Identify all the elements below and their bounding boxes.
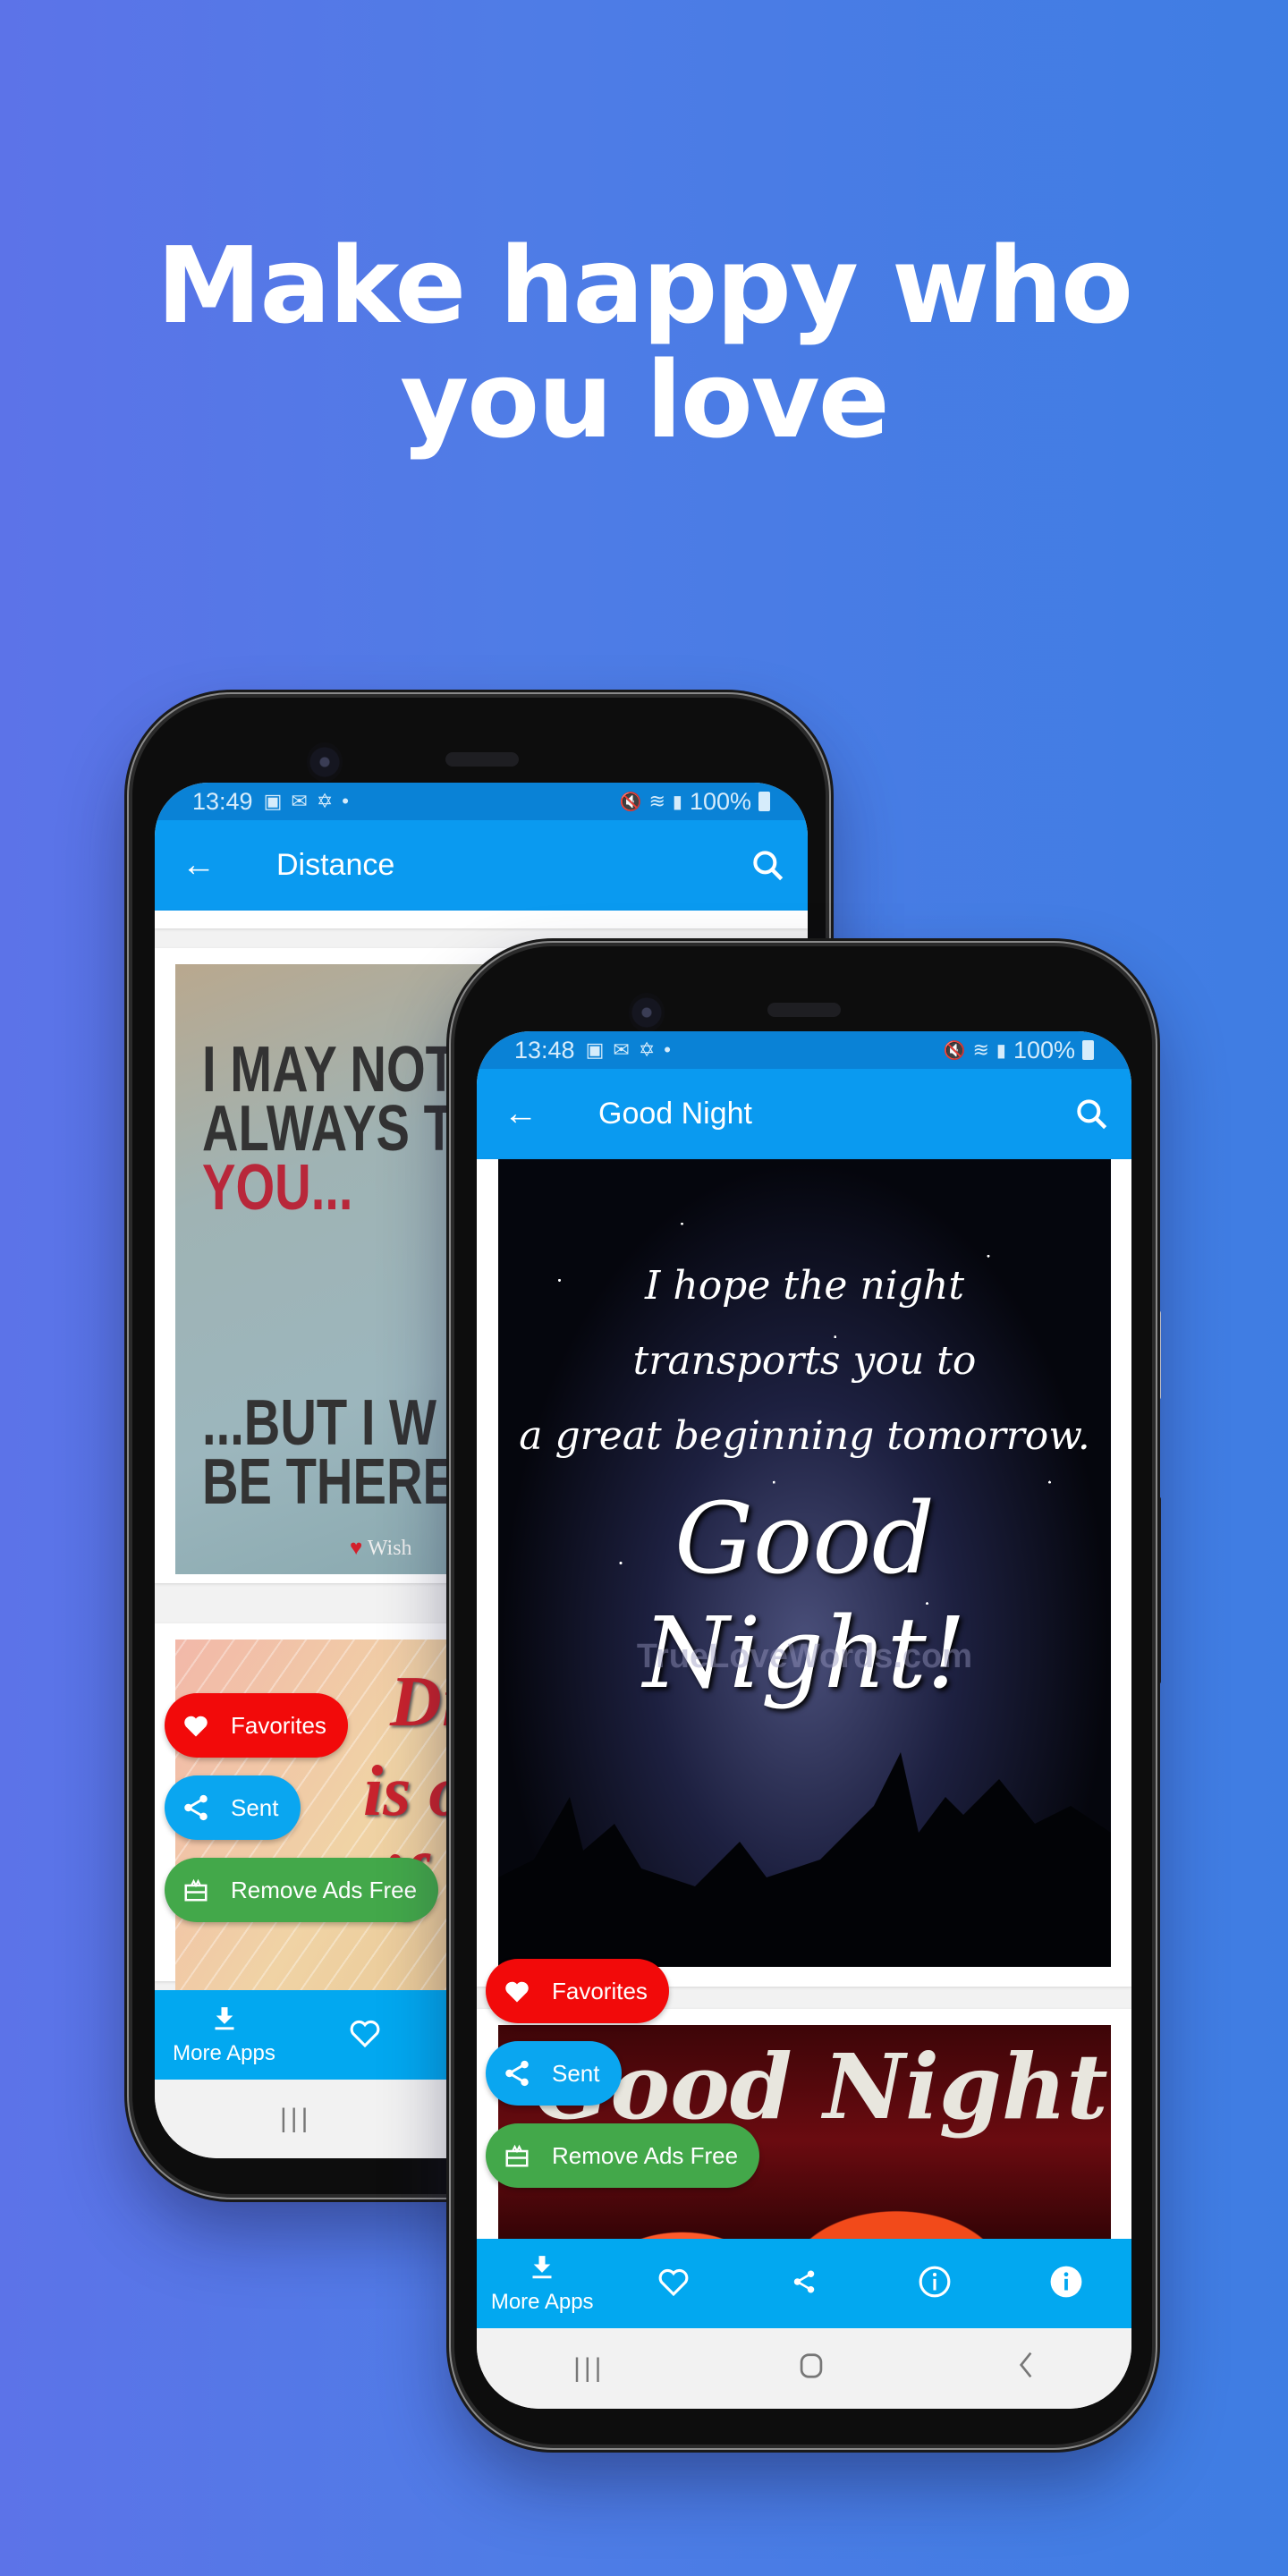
dot-icon: •	[342, 790, 349, 812]
quote-text-top: I MAY NOT ALWAYS T YOU...	[202, 1034, 456, 1224]
search-icon[interactable]	[1072, 1095, 1112, 1134]
favorites-label: Favorites	[552, 1977, 648, 2004]
system-nav-bar: |||	[477, 2328, 1131, 2409]
quote-text-bottom: ...BUT I W BE THERE	[202, 1387, 456, 1518]
back-icon[interactable]	[1017, 2350, 1035, 2387]
gallery-icon: ▣	[585, 1038, 605, 1061]
wifi-icon: ≋	[648, 790, 665, 812]
recents-icon[interactable]: |||	[280, 2104, 311, 2134]
heart-outline-icon	[348, 2018, 382, 2053]
info-outline-icon	[918, 2265, 952, 2303]
wifi-icon: ≋	[972, 1038, 989, 1061]
dot-icon: •	[664, 1038, 671, 1061]
favorites-label: Favorites	[231, 1711, 326, 1739]
arrow-left-icon[interactable]: ←	[500, 1095, 541, 1133]
nav-about[interactable]	[1001, 2239, 1131, 2328]
quote-image[interactable]: I hope the night transports you to a gre…	[498, 1159, 1111, 1967]
quote-card[interactable]: I hope the night transports you to a gre…	[477, 1159, 1131, 1987]
arrow-left-icon[interactable]: ←	[178, 846, 219, 885]
gift-icon	[502, 2142, 532, 2169]
battery-icon	[758, 792, 770, 811]
sent-button[interactable]: Sent	[486, 2041, 622, 2106]
pinwheel-icon: ✡	[316, 790, 334, 812]
earpiece-speaker	[767, 1003, 841, 1017]
app-bar-title: Distance	[276, 848, 395, 882]
home-icon[interactable]	[799, 2350, 824, 2387]
status-bar: 13:48 ▣ ✉ ✡ • 🔇 ≋ ▮ 100%	[477, 1031, 1131, 1069]
battery-percent: 100%	[1013, 1036, 1075, 1063]
mail-icon: ✉	[291, 790, 308, 812]
app-bar-title: Good Night	[598, 1097, 752, 1131]
heart-outline-icon	[657, 2267, 691, 2301]
nav-more-apps-label: More Apps	[490, 2289, 594, 2314]
recents-icon[interactable]: |||	[573, 2353, 605, 2384]
watermark: TrueLoveWords.com	[636, 1638, 973, 1675]
power-button[interactable]	[1154, 1310, 1161, 1400]
app-bar: ← Distance	[155, 820, 808, 911]
front-camera	[307, 742, 343, 782]
share-icon	[181, 1792, 211, 1823]
share-icon	[502, 2058, 532, 2089]
download-icon	[530, 2253, 555, 2286]
sent-label: Sent	[552, 2059, 600, 2087]
pinwheel-icon: ✡	[638, 1038, 656, 1061]
mute-icon: 🔇	[619, 792, 642, 812]
watermark: ♥ Wish	[350, 1537, 412, 1560]
front-phone-screen: 13:48 ▣ ✉ ✡ • 🔇 ≋ ▮ 100% ← Good Night I …	[477, 1031, 1131, 2409]
headline-line-1: Make happy who	[156, 224, 1133, 347]
quote-text: I hope the night transports you to a gre…	[519, 1263, 1090, 1459]
mute-icon: 🔇	[943, 1040, 966, 1061]
info-filled-icon	[1049, 2265, 1083, 2303]
sent-label: Sent	[231, 1793, 279, 1821]
nav-more-apps[interactable]: More Apps	[155, 1990, 293, 2080]
tree-silhouette	[498, 1752, 1111, 1967]
heart-icon	[502, 1979, 532, 2004]
earpiece-speaker	[445, 752, 519, 767]
download-icon	[212, 2004, 237, 2038]
headline-line-2: you love	[400, 338, 890, 462]
card-partial-top	[155, 911, 808, 928]
heart-icon	[181, 1713, 211, 1738]
nav-more-apps[interactable]: More Apps	[477, 2239, 607, 2328]
nav-favorites[interactable]	[293, 1990, 436, 2080]
share-icon	[791, 2268, 818, 2300]
signal-icon: ▮	[996, 1040, 1006, 1061]
app-bar: ← Good Night	[477, 1069, 1131, 1159]
remove-ads-label: Remove Ads Free	[231, 1876, 418, 1903]
remove-ads-button[interactable]: Remove Ads Free	[165, 1858, 439, 1922]
status-time: 13:48	[514, 1036, 575, 1063]
favorites-button[interactable]: Favorites	[165, 1693, 348, 1758]
gallery-icon: ▣	[263, 790, 283, 812]
headline: Make happy who you love	[0, 228, 1288, 457]
favorites-button[interactable]: Favorites	[486, 1959, 669, 2023]
gift-icon	[181, 1877, 211, 1903]
mail-icon: ✉	[613, 1038, 630, 1061]
sent-button[interactable]: Sent	[165, 1775, 301, 1840]
remove-ads-button[interactable]: Remove Ads Free	[486, 2123, 760, 2188]
nav-info[interactable]	[869, 2239, 1000, 2328]
search-icon[interactable]	[749, 846, 788, 886]
battery-percent: 100%	[689, 787, 751, 815]
bottom-nav: More Apps	[477, 2239, 1131, 2328]
remove-ads-label: Remove Ads Free	[552, 2141, 739, 2169]
front-camera	[629, 993, 665, 1032]
battery-icon	[1082, 1040, 1094, 1060]
front-phone: 13:48 ▣ ✉ ✡ • 🔇 ≋ ▮ 100% ← Good Night I …	[454, 946, 1152, 2445]
status-time: 13:49	[192, 787, 253, 815]
nav-share[interactable]	[739, 2239, 869, 2328]
signal-icon: ▮	[672, 792, 682, 812]
status-bar: 13:49 ▣ ✉ ✡ • 🔇 ≋ ▮ 100%	[155, 783, 808, 820]
nav-more-apps-label: More Apps	[173, 2040, 275, 2065]
nav-favorites[interactable]	[607, 2239, 738, 2328]
volume-button[interactable]	[1154, 1496, 1161, 1684]
